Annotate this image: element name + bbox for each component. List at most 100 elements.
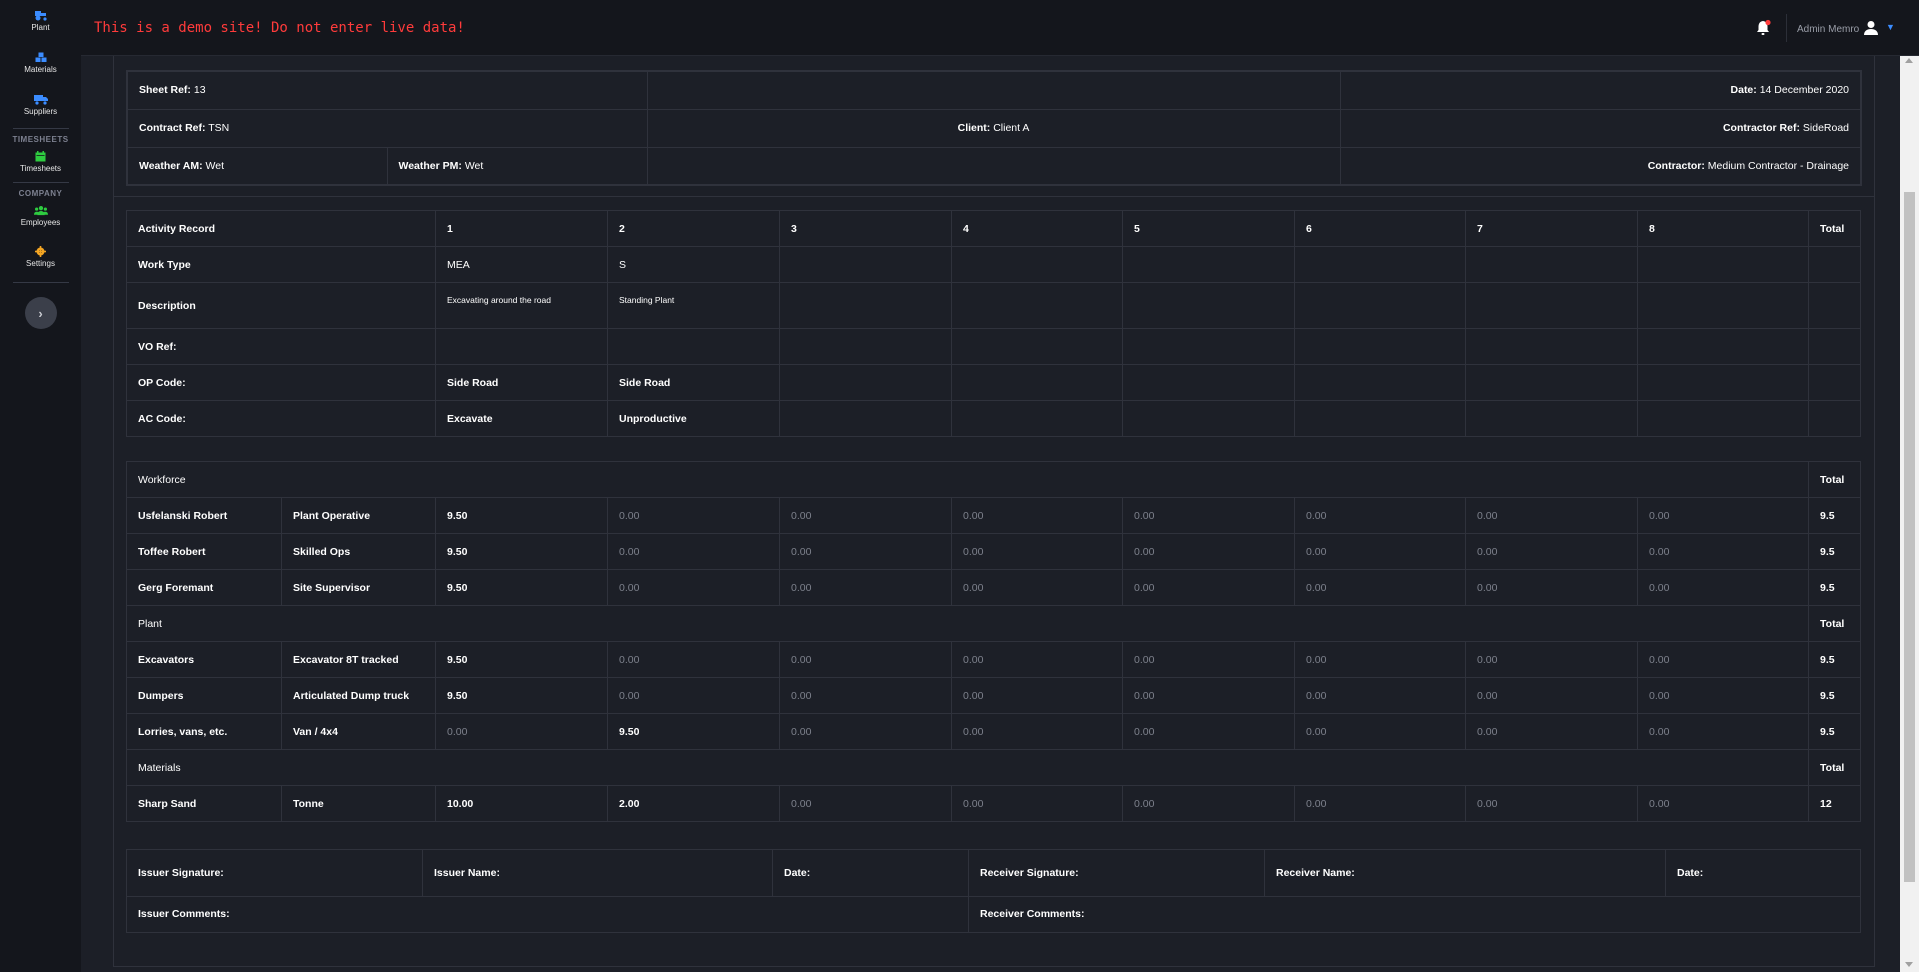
sidebar-item-plant[interactable]: Plant bbox=[0, 0, 81, 42]
ac-code-value: Unproductive bbox=[607, 400, 780, 437]
hours-cell[interactable]: 9.50 bbox=[435, 569, 608, 606]
sidebar-item-timesheets[interactable]: Timesheets bbox=[0, 144, 81, 180]
sidebar-divider bbox=[12, 128, 69, 129]
topbar-divider bbox=[1786, 14, 1787, 42]
hours-cell[interactable]: 9.50 bbox=[435, 641, 608, 678]
hours-cell[interactable]: 0.00 bbox=[779, 497, 952, 534]
hours-cell[interactable]: 0.00 bbox=[1122, 713, 1295, 750]
hours-cell[interactable]: 0.00 bbox=[1465, 497, 1638, 534]
hours-cell[interactable]: 0.00 bbox=[779, 533, 952, 570]
page-scrollbar[interactable] bbox=[1900, 56, 1919, 972]
issuer-date-field[interactable]: Date: bbox=[772, 849, 969, 897]
hours-cell[interactable]: 0.00 bbox=[779, 641, 952, 678]
scrollbar-thumb[interactable] bbox=[1904, 192, 1915, 882]
hours-cell[interactable]: 0.00 bbox=[1465, 569, 1638, 606]
hours-cell[interactable]: 10.00 bbox=[435, 785, 608, 822]
hours-cell[interactable]: 0.00 bbox=[1465, 785, 1638, 822]
hours-cell[interactable]: 0.00 bbox=[951, 641, 1123, 678]
hours-cell[interactable]: 0.00 bbox=[1294, 677, 1466, 714]
column-header: 7 bbox=[1465, 210, 1638, 247]
hours-cell[interactable]: 0.00 bbox=[779, 569, 952, 606]
hours-cell[interactable]: 0.00 bbox=[951, 497, 1123, 534]
notifications-button[interactable] bbox=[1756, 19, 1772, 37]
date-value: 14 December 2020 bbox=[1759, 84, 1850, 97]
issuer-comments-field[interactable]: Issuer Comments: bbox=[126, 896, 969, 933]
hours-cell[interactable]: 9.50 bbox=[435, 677, 608, 714]
hours-cell[interactable]: 0.00 bbox=[1122, 641, 1295, 678]
hours-cell[interactable]: 0.00 bbox=[951, 713, 1123, 750]
hours-cell[interactable]: 2.00 bbox=[607, 785, 780, 822]
user-icon[interactable] bbox=[1863, 20, 1879, 41]
hours-cell[interactable]: 0.00 bbox=[1122, 677, 1295, 714]
hours-cell[interactable]: 0.00 bbox=[1122, 533, 1295, 570]
hours-cell[interactable]: 0.00 bbox=[435, 713, 608, 750]
hours-cell[interactable]: 0.00 bbox=[1294, 533, 1466, 570]
hours-cell[interactable]: 0.00 bbox=[1465, 641, 1638, 678]
sidebar-item-materials[interactable]: Materials bbox=[0, 42, 81, 84]
hours-cell[interactable]: 0.00 bbox=[1636, 713, 1810, 750]
plant-row: Excavators Excavator 8T tracked 9.50 0.00 0.… bbox=[126, 641, 1862, 678]
hours-cell[interactable]: 0.00 bbox=[1636, 569, 1810, 606]
sidebar-item-suppliers[interactable]: Suppliers bbox=[0, 84, 81, 126]
hours-cell[interactable]: 0.00 bbox=[1636, 497, 1810, 534]
topbar: This is a demo site! Do not enter live d… bbox=[81, 0, 1919, 56]
hours-cell[interactable]: 0.00 bbox=[1122, 569, 1295, 606]
hours-cell[interactable]: 0.00 bbox=[951, 677, 1123, 714]
receiver-name-field[interactable]: Receiver Name: bbox=[1264, 849, 1666, 897]
hours-cell[interactable]: 0.00 bbox=[1636, 677, 1810, 714]
hours-cell[interactable]: 0.00 bbox=[607, 641, 780, 678]
hours-cell[interactable]: 9.50 bbox=[607, 713, 780, 750]
hours-cell[interactable]: 0.00 bbox=[779, 677, 952, 714]
sidebar: Plant Materials Suppliers TIMESHEETS Tim… bbox=[0, 0, 81, 972]
calendar-icon bbox=[34, 151, 48, 162]
hours-cell[interactable]: 0.00 bbox=[1122, 785, 1295, 822]
sidebar-item-settings[interactable]: Settings bbox=[0, 234, 81, 280]
row-total: 9.5 bbox=[1808, 713, 1862, 750]
hours-cell[interactable]: 0.00 bbox=[607, 533, 780, 570]
column-header: 6 bbox=[1294, 210, 1466, 247]
hours-cell[interactable]: 9.50 bbox=[435, 497, 608, 534]
issuer-signature-field[interactable]: Issuer Signature: bbox=[126, 849, 423, 897]
hours-cell[interactable]: 0.00 bbox=[951, 569, 1123, 606]
caret-down-icon[interactable]: ▼ bbox=[1886, 22, 1895, 32]
hours-cell[interactable]: 0.00 bbox=[1636, 533, 1810, 570]
hours-cell[interactable]: 9.50 bbox=[435, 533, 608, 570]
scroll-up-arrow-icon[interactable] bbox=[1905, 58, 1913, 63]
resource-name: Sharp Sand bbox=[126, 785, 282, 822]
resource-name: Usfelanski Robert bbox=[126, 497, 282, 534]
description-value: Standing Plant bbox=[607, 282, 780, 329]
hours-cell[interactable]: 0.00 bbox=[1465, 533, 1638, 570]
receiver-comments-field[interactable]: Receiver Comments: bbox=[968, 896, 1861, 933]
row-label: AC Code: bbox=[126, 400, 436, 437]
receiver-date-field[interactable]: Date: bbox=[1665, 849, 1861, 897]
hours-cell[interactable]: 0.00 bbox=[1294, 497, 1466, 534]
sidebar-item-employees[interactable]: Employees bbox=[0, 198, 81, 234]
hours-cell[interactable]: 0.00 bbox=[1465, 713, 1638, 750]
receiver-signature-field[interactable]: Receiver Signature: bbox=[968, 849, 1265, 897]
workforce-row: Gerg Foremant Site Supervisor 9.50 0.00 0.00… bbox=[126, 569, 1862, 606]
hours-cell[interactable]: 0.00 bbox=[1465, 677, 1638, 714]
hours-cell[interactable]: 0.00 bbox=[1294, 569, 1466, 606]
hours-cell[interactable]: 0.00 bbox=[607, 569, 780, 606]
sidebar-toggle-button[interactable]: › bbox=[24, 297, 57, 329]
hours-cell[interactable]: 0.00 bbox=[1636, 785, 1810, 822]
weather-am-cell: Weather AM: Wet bbox=[126, 146, 388, 186]
scroll-down-arrow-icon[interactable] bbox=[1905, 962, 1913, 967]
user-name[interactable]: Admin Memro bbox=[1797, 24, 1859, 35]
hours-cell[interactable]: 0.00 bbox=[951, 533, 1123, 570]
hours-cell[interactable]: 0.00 bbox=[779, 713, 952, 750]
hours-cell[interactable]: 0.00 bbox=[607, 677, 780, 714]
ac-code-row: AC Code: Excavate Unproductive bbox=[126, 400, 1861, 437]
workforce-row: Toffee Robert Skilled Ops 9.50 0.00 0.00 0.00… bbox=[126, 533, 1862, 570]
hours-cell[interactable]: 0.00 bbox=[779, 785, 952, 822]
hours-cell[interactable]: 0.00 bbox=[951, 785, 1123, 822]
hours-cell[interactable]: 0.00 bbox=[1294, 785, 1466, 822]
hours-cell[interactable]: 0.00 bbox=[1122, 497, 1295, 534]
hours-cell[interactable]: 0.00 bbox=[1636, 641, 1810, 678]
plant-section-header: Plant Total bbox=[125, 605, 1862, 642]
resource-type: Tonne bbox=[281, 785, 436, 822]
hours-cell[interactable]: 0.00 bbox=[1294, 713, 1466, 750]
hours-cell[interactable]: 0.00 bbox=[607, 497, 780, 534]
issuer-name-field[interactable]: Issuer Name: bbox=[422, 849, 773, 897]
hours-cell[interactable]: 0.00 bbox=[1294, 641, 1466, 678]
